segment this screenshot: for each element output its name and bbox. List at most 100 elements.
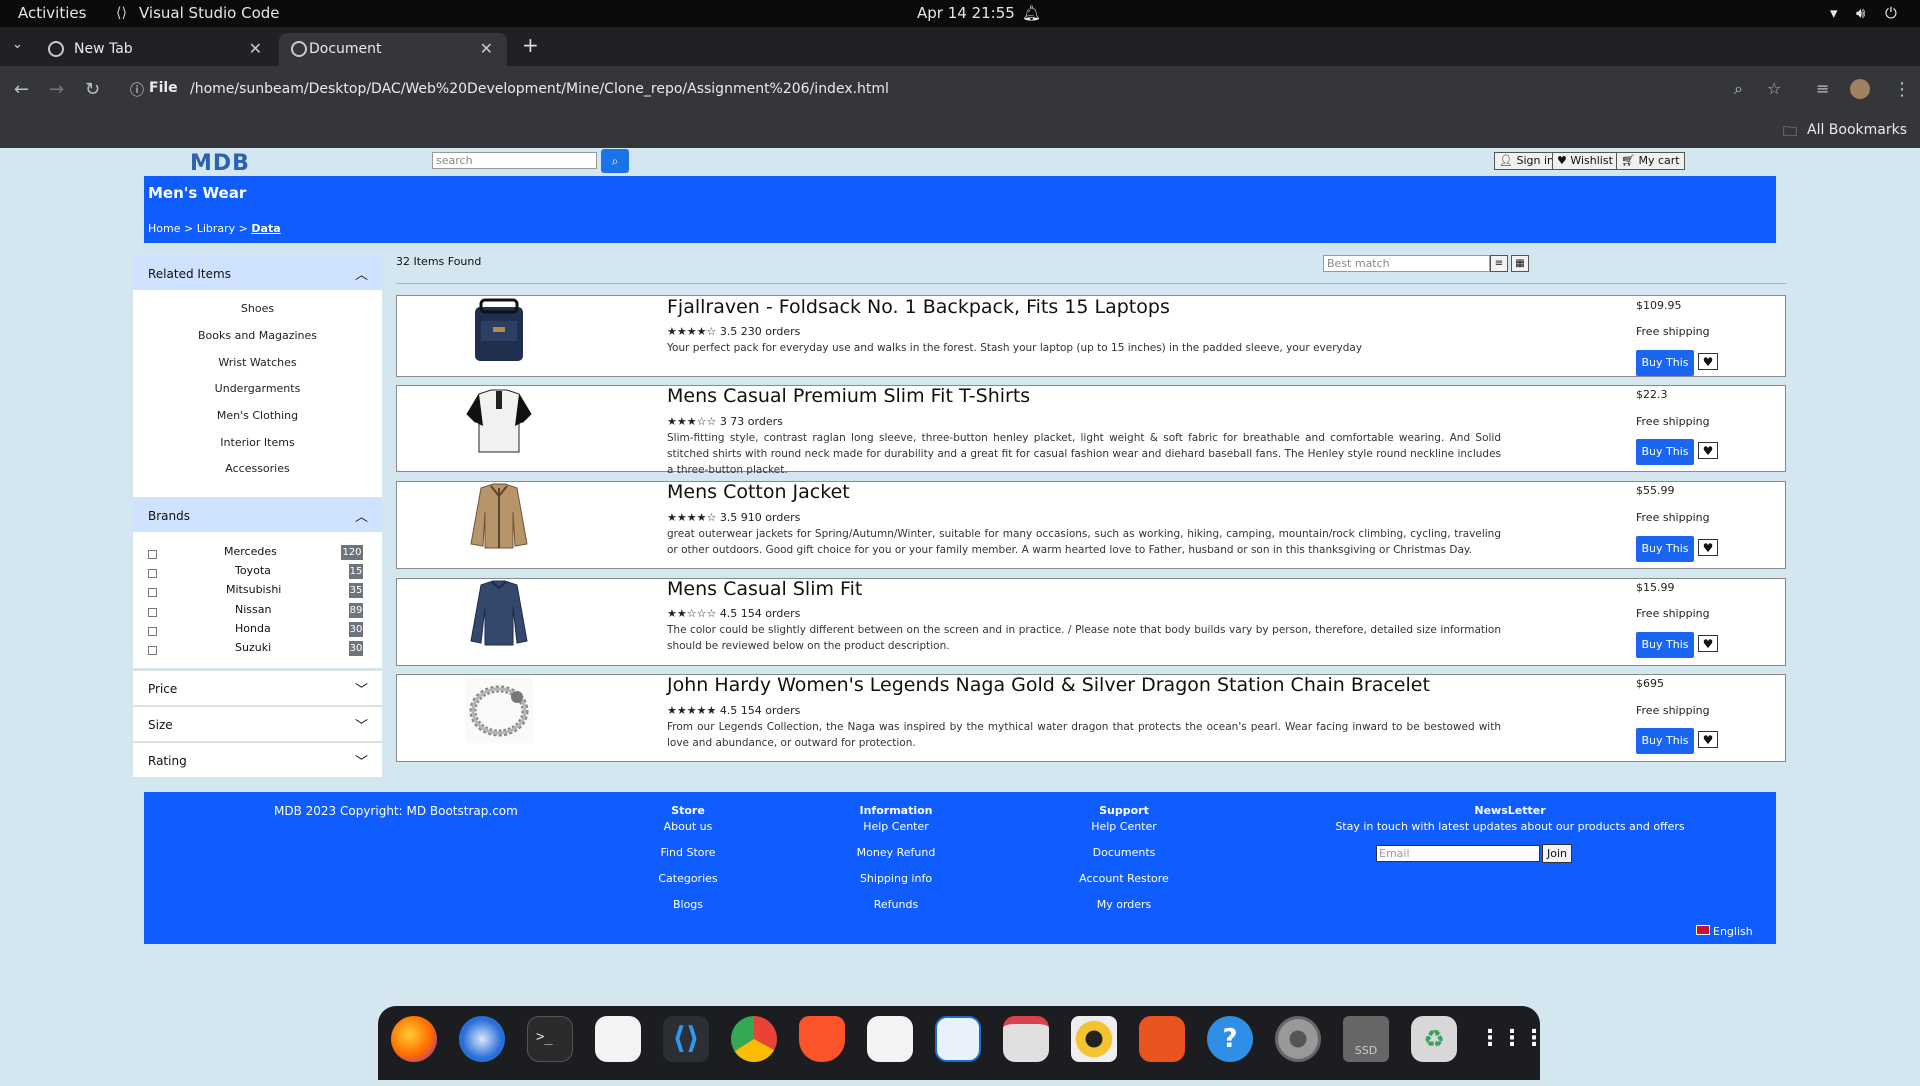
footer-link[interactable]: Help Center (1066, 820, 1182, 833)
related-item[interactable]: Men's Clothing (133, 409, 382, 422)
power-icon[interactable]: ⏻ (1885, 4, 1897, 22)
activities-button[interactable]: Activities (18, 4, 86, 22)
wifi-icon[interactable]: ▾ (1830, 4, 1838, 22)
buy-button[interactable]: Buy This (1636, 632, 1694, 658)
bookmark-star-icon[interactable]: ☆ (1767, 79, 1781, 98)
tab-document[interactable]: Document ✕ (279, 33, 507, 66)
product-title[interactable]: John Hardy Women's Legends Naga Gold & S… (667, 674, 1430, 696)
sign-in-button[interactable]: 👤︎ Sign in (1494, 152, 1559, 170)
trash-icon[interactable]: ♻ (1411, 1016, 1457, 1062)
grid-view-icon[interactable]: ▦ (1511, 255, 1529, 272)
forward-icon[interactable]: → (49, 79, 64, 100)
brand-checkbox[interactable] (148, 627, 157, 636)
heart-icon[interactable]: ♥ (1698, 353, 1718, 370)
thunderbird-icon[interactable] (459, 1016, 505, 1062)
firefox-icon[interactable] (391, 1016, 437, 1062)
footer-link[interactable]: Documents (1066, 846, 1182, 859)
help-icon[interactable]: ? (1207, 1016, 1253, 1062)
footer-link[interactable]: Categories (648, 872, 728, 885)
settings-icon[interactable] (1275, 1016, 1321, 1062)
related-item[interactable]: Shoes (133, 302, 382, 315)
chrome-icon[interactable] (731, 1016, 777, 1062)
active-app-name[interactable]: Visual Studio Code (139, 4, 280, 22)
text-viewer-icon[interactable] (595, 1016, 641, 1062)
breadcrumb-home[interactable]: Home (148, 222, 180, 235)
files-icon[interactable] (1003, 1016, 1049, 1062)
product-title[interactable]: Mens Cotton Jacket (667, 481, 850, 503)
writer-icon[interactable] (935, 1016, 981, 1062)
filter-size[interactable]: Size ﹀ (133, 706, 382, 741)
terminal-icon[interactable]: >_ (527, 1016, 573, 1062)
close-icon[interactable]: ✕ (480, 39, 493, 58)
close-icon[interactable]: ✕ (249, 39, 262, 58)
apps-grid-icon[interactable]: ⋮⋮⋮ (1479, 1016, 1545, 1062)
search-input[interactable]: search (432, 152, 597, 169)
filter-rating[interactable]: Rating ﹀ (133, 742, 382, 777)
volume-icon[interactable]: 🔊︎ (1856, 4, 1865, 22)
related-item[interactable]: Undergarments (133, 382, 382, 395)
footer-link[interactable]: Account Restore (1066, 872, 1182, 885)
buy-button[interactable]: Buy This (1636, 439, 1694, 465)
product-title[interactable]: Mens Casual Premium Slim Fit T-Shirts (667, 385, 1030, 407)
back-icon[interactable]: ← (14, 79, 29, 100)
bell-icon[interactable]: 🔔︎ (1022, 4, 1041, 22)
filter-price[interactable]: Price ﹀ (133, 670, 382, 705)
product-title[interactable]: Fjallraven - Foldsack No. 1 Backpack, Fi… (667, 296, 1170, 318)
tab-search-icon[interactable]: ⌄ (12, 37, 23, 52)
text-editor-icon[interactable] (867, 1016, 913, 1062)
brand-checkbox[interactable] (148, 588, 157, 597)
product-image-backpack[interactable] (465, 297, 533, 363)
footer-link[interactable]: Find Store (648, 846, 728, 859)
rhythmbox-icon[interactable] (1071, 1016, 1117, 1062)
footer-link[interactable]: About us (648, 820, 728, 833)
buy-button[interactable]: Buy This (1636, 728, 1694, 754)
heart-icon[interactable]: ♥ (1698, 731, 1718, 748)
vscode-icon[interactable]: ⟨⟩ (663, 1016, 709, 1062)
footer-link[interactable]: My orders (1066, 898, 1182, 911)
product-title[interactable]: Mens Casual Slim Fit (667, 578, 862, 600)
product-image-jacket[interactable] (465, 482, 533, 550)
list-view-icon[interactable]: ≡ (1490, 255, 1508, 272)
media-icon[interactable]: ≡ (1816, 79, 1829, 98)
heart-icon[interactable]: ♥ (1698, 442, 1718, 459)
zoom-icon[interactable]: ⌕ (1734, 79, 1743, 99)
brand-checkbox[interactable] (148, 646, 157, 655)
product-image-slim-fit[interactable] (465, 579, 533, 647)
heart-icon[interactable]: ♥ (1698, 539, 1718, 556)
language-selector[interactable]: English (1696, 925, 1753, 938)
product-image-bracelet[interactable] (465, 675, 533, 743)
ssd-icon[interactable]: SSD (1343, 1016, 1389, 1062)
clock[interactable]: Apr 14 21:55 (917, 4, 1015, 22)
all-bookmarks[interactable]: All Bookmarks (1807, 122, 1907, 138)
brand-checkbox[interactable] (148, 608, 157, 617)
tab-new-tab[interactable]: New Tab ✕ (36, 33, 276, 66)
related-item[interactable]: Books and Magazines (133, 329, 382, 342)
brands-header[interactable]: Brands ︿ (133, 498, 382, 532)
related-item[interactable]: Interior Items (133, 436, 382, 449)
breadcrumb-library[interactable]: Library (197, 222, 235, 235)
url-bar[interactable]: /home/sunbeam/Desktop/DAC/Web%20Developm… (190, 81, 889, 97)
menu-icon[interactable]: ⋮ (1893, 79, 1911, 100)
wishlist-button[interactable]: ♥ Wishlist (1552, 152, 1618, 170)
new-tab-icon[interactable]: + (522, 33, 539, 57)
product-image-tshirt[interactable] (465, 386, 533, 454)
footer-link[interactable]: Refunds (846, 898, 946, 911)
search-button[interactable]: ⌕ (601, 149, 629, 173)
app-center-icon[interactable] (1139, 1016, 1185, 1062)
brand-checkbox[interactable] (148, 550, 157, 559)
logo[interactable]: MDB (190, 151, 250, 176)
related-item[interactable]: Wrist Watches (133, 356, 382, 369)
email-field[interactable]: Email (1376, 845, 1540, 862)
brave-icon[interactable] (799, 1016, 845, 1062)
breadcrumb-current[interactable]: Data (251, 222, 280, 235)
sort-select[interactable]: Best match (1323, 255, 1490, 272)
footer-link[interactable]: Help Center (846, 820, 946, 833)
brand-checkbox[interactable] (148, 569, 157, 578)
footer-link[interactable]: Money Refund (846, 846, 946, 859)
cart-button[interactable]: 🛒︎ My cart (1616, 152, 1685, 170)
info-icon[interactable]: ⓘ (130, 80, 144, 100)
related-items-header[interactable]: Related Items ︿ (133, 256, 382, 290)
related-item[interactable]: Accessories (133, 462, 382, 475)
footer-link[interactable]: Shipping info (846, 872, 946, 885)
buy-button[interactable]: Buy This (1636, 536, 1694, 562)
